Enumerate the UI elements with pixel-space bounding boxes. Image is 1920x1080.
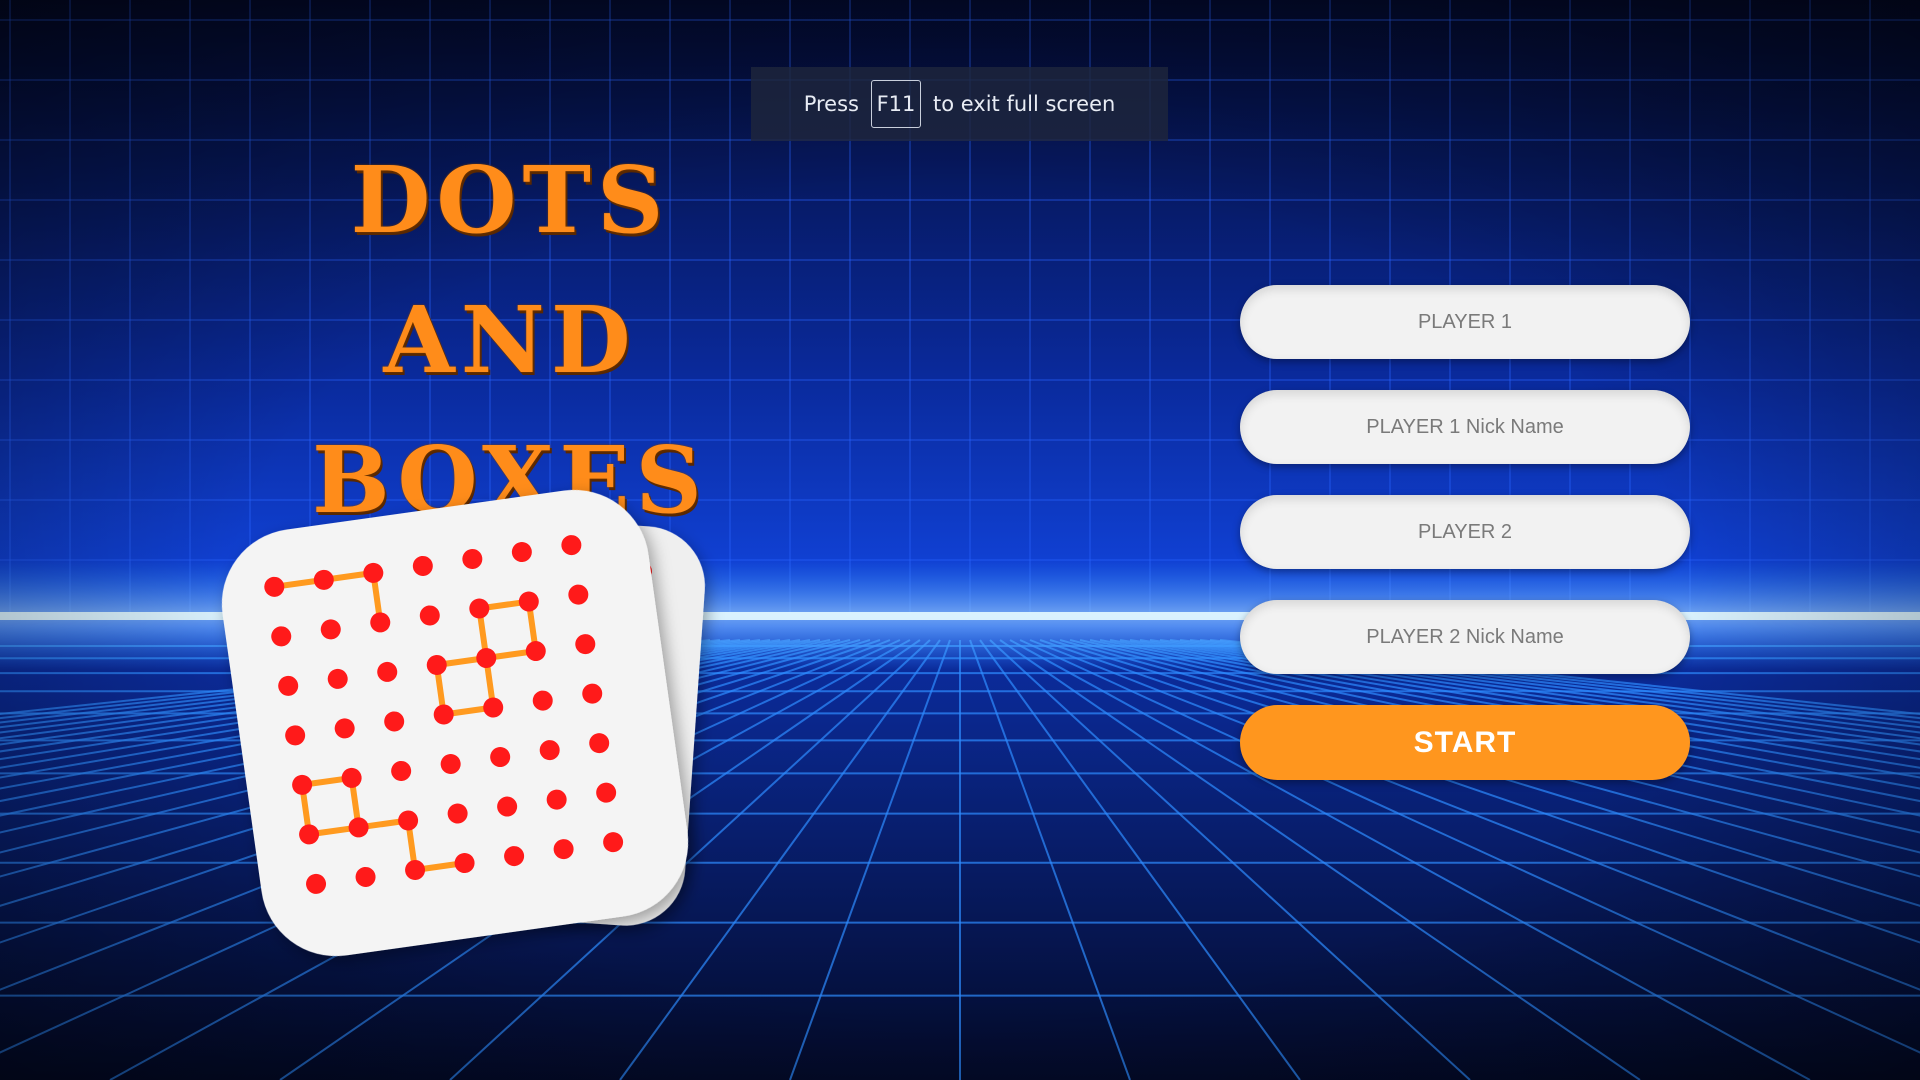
dots-and-boxes-logo-icon bbox=[221, 489, 705, 957]
game-title-line-1: DOTS AND bbox=[350, 146, 670, 394]
player-setup-form: START bbox=[1240, 285, 1690, 780]
player-2-nickname-input[interactable] bbox=[1240, 600, 1690, 674]
fullscreen-notice: Press F11 to exit full screen bbox=[751, 67, 1168, 141]
fullscreen-notice-suffix: to exit full screen bbox=[932, 92, 1116, 116]
player-2-name-input[interactable] bbox=[1240, 495, 1690, 569]
player-1-nickname-input[interactable] bbox=[1240, 390, 1690, 464]
front-card-icon bbox=[221, 489, 689, 957]
game-start-screen: Press F11 to exit full screen DOTS AND B… bbox=[0, 0, 1920, 1080]
fullscreen-notice-prefix: Press bbox=[803, 92, 859, 116]
start-button[interactable]: START bbox=[1240, 705, 1690, 780]
player-1-name-input[interactable] bbox=[1240, 285, 1690, 359]
f11-key-hint: F11 bbox=[870, 80, 921, 128]
